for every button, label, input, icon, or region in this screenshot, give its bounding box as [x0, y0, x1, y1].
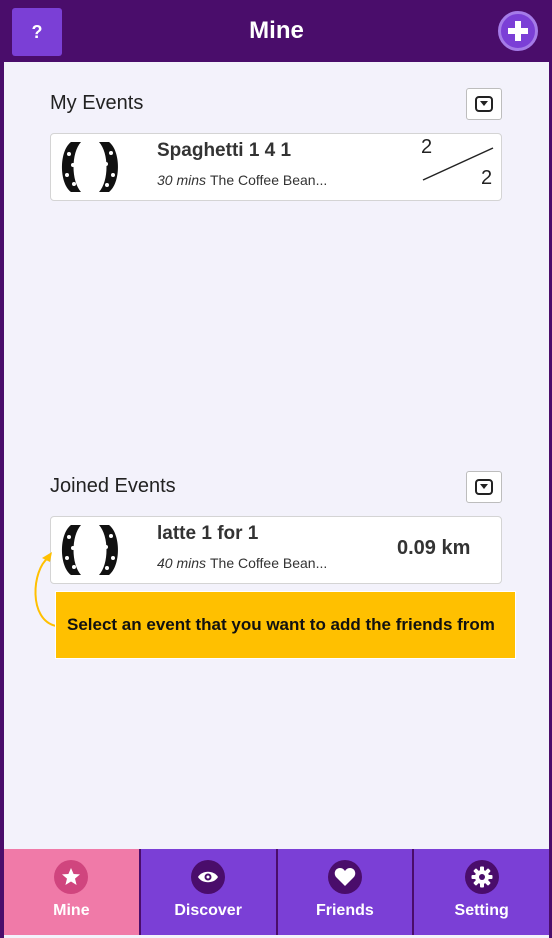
- event-name: Spaghetti 1 4 1: [157, 140, 292, 161]
- tab-label: Setting: [454, 902, 509, 919]
- chevron-down-icon: [475, 96, 493, 112]
- tab-discover[interactable]: Discover: [140, 849, 278, 935]
- tab-label: Discover: [174, 902, 242, 919]
- star-icon: [54, 860, 89, 894]
- event-location: The Coffee Bean...: [210, 172, 328, 188]
- top-app-bar: Mine ?: [4, 0, 549, 62]
- heart-icon: [327, 860, 362, 894]
- tab-label: Mine: [53, 902, 90, 919]
- event-duration: 30 mins: [157, 172, 207, 188]
- joined-events-heading: Joined Events: [50, 475, 176, 497]
- my-events-heading: My Events: [50, 92, 144, 114]
- callout-text: Select an event that you want to add the…: [67, 615, 495, 634]
- event-name: latte 1 for 1: [157, 523, 259, 544]
- add-event-button[interactable]: [498, 11, 538, 51]
- chevron-down-icon: [475, 479, 493, 495]
- event-location: The Coffee Bean...: [210, 555, 328, 571]
- tab-friends[interactable]: Friends: [277, 849, 415, 935]
- eye-icon: [191, 860, 226, 894]
- gear-icon: [464, 860, 499, 894]
- event-thumbnail: [62, 142, 118, 192]
- joined-events-dropdown-button[interactable]: [466, 471, 502, 503]
- help-button-label: ?: [31, 21, 43, 42]
- tutorial-callout: Select an event that you want to add the…: [55, 591, 516, 659]
- my-events-dropdown-button[interactable]: [466, 88, 502, 120]
- tab-label: Friends: [315, 902, 374, 919]
- tab-setting[interactable]: Setting: [414, 849, 549, 935]
- left-frame-border: [0, 0, 4, 938]
- my-event-card[interactable]: Spaghetti 1 4 1 30 mins The Coffee Bean.…: [50, 133, 502, 201]
- event-duration: 40 mins: [157, 555, 207, 571]
- page-title: Mine: [249, 17, 304, 44]
- participant-capacity: 2: [481, 167, 493, 189]
- plus-icon: [508, 21, 528, 41]
- tab-mine[interactable]: Mine: [4, 849, 141, 935]
- joined-event-card[interactable]: latte 1 for 1 40 mins The Coffee Bean...…: [50, 516, 502, 584]
- bottom-tab-bar: Mine Discover Friends Setting: [4, 849, 549, 935]
- help-button[interactable]: ?: [12, 8, 62, 56]
- event-distance: 0.09 km: [397, 537, 471, 559]
